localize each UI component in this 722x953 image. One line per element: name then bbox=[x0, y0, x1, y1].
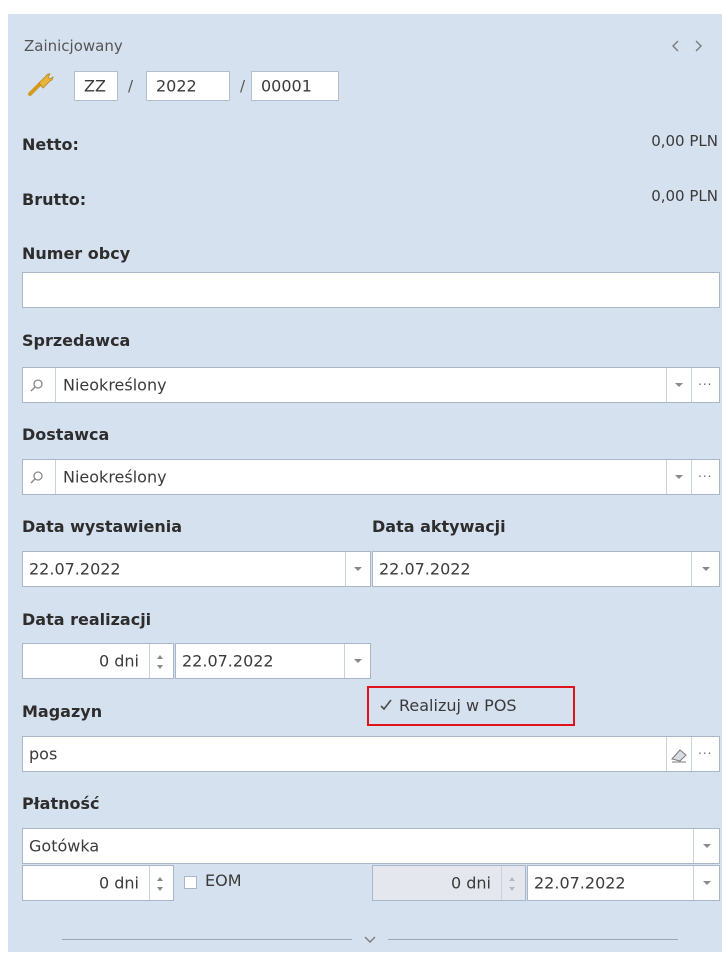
eom-label: EOM bbox=[205, 871, 242, 890]
dostawca-label: Dostawca bbox=[22, 425, 110, 444]
chevron-down-icon[interactable] bbox=[345, 644, 370, 678]
spin-arrows-icon bbox=[502, 866, 525, 900]
sprzedawca-label: Sprzedawca bbox=[22, 331, 131, 350]
dostawca-field[interactable]: Nieokreślony ··· bbox=[22, 459, 720, 495]
ellipsis-icon[interactable]: ··· bbox=[692, 737, 719, 771]
data-wystawienia-label: Data wystawienia bbox=[22, 517, 183, 536]
dostawca-value: Nieokreślony bbox=[63, 467, 167, 487]
data-aktywacji-label: Data aktywacji bbox=[372, 517, 506, 536]
data-realizacji-label: Data realizacji bbox=[22, 610, 152, 629]
magazyn-field[interactable]: pos ··· bbox=[22, 736, 720, 772]
chevron-down-icon[interactable] bbox=[667, 460, 691, 494]
spin-arrows-icon[interactable] bbox=[150, 644, 173, 678]
search-icon[interactable] bbox=[29, 378, 45, 394]
chevron-down-icon[interactable] bbox=[694, 829, 719, 863]
ellipsis-icon[interactable]: ··· bbox=[692, 368, 719, 402]
sprzedawca-field[interactable]: Nieokreślony ··· bbox=[22, 367, 720, 403]
platnosc-due-date-picker[interactable]: 22.07.2022 bbox=[527, 865, 720, 901]
brutto-value: 0,00 PLN bbox=[651, 187, 718, 205]
data-realizacji-days-stepper[interactable]: 0 dni bbox=[22, 643, 174, 679]
chevron-down-icon[interactable] bbox=[667, 368, 691, 402]
netto-value: 0,00 PLN bbox=[651, 132, 718, 150]
chevron-down-icon[interactable] bbox=[346, 552, 370, 586]
number-segment-series[interactable]: ZZ bbox=[74, 71, 118, 101]
spin-arrows-icon[interactable] bbox=[150, 866, 173, 900]
chevron-down-icon[interactable] bbox=[692, 552, 719, 586]
magazyn-label: Magazyn bbox=[22, 702, 103, 721]
document-status: Zainicjowany bbox=[24, 37, 123, 55]
data-wystawienia-picker[interactable]: 22.07.2022 bbox=[22, 551, 371, 587]
search-icon[interactable] bbox=[29, 470, 45, 486]
platnosc-days-stepper[interactable]: 0 dni bbox=[22, 865, 174, 901]
realizuj-pos-highlight: Realizuj w POS bbox=[367, 686, 575, 726]
document-header-panel: Zainicjowany ZZ / 2022 / 00001 Netto: 0,… bbox=[8, 14, 722, 952]
wrench-icon[interactable] bbox=[26, 70, 54, 98]
sprzedawca-value: Nieokreślony bbox=[63, 375, 167, 395]
expander-line-left bbox=[62, 939, 352, 940]
data-aktywacji-picker[interactable]: 22.07.2022 bbox=[372, 551, 720, 587]
chevron-left-icon[interactable] bbox=[668, 36, 682, 56]
chevron-down-icon[interactable] bbox=[694, 866, 719, 900]
platnosc-label: Płatność bbox=[22, 794, 100, 813]
number-segment-year[interactable]: 2022 bbox=[146, 71, 230, 101]
brutto-label: Brutto: bbox=[22, 190, 87, 209]
numer-obcy-label: Numer obcy bbox=[22, 244, 131, 263]
platnosc-due-days-stepper: 0 dni bbox=[372, 865, 526, 901]
expander-line-right bbox=[388, 939, 678, 940]
netto-label: Netto: bbox=[22, 135, 79, 154]
data-realizacji-date-picker[interactable]: 22.07.2022 bbox=[175, 643, 371, 679]
number-separator: / bbox=[240, 77, 246, 95]
platnosc-method-select[interactable]: Gotówka bbox=[22, 828, 720, 864]
realizuj-pos-label[interactable]: Realizuj w POS bbox=[399, 696, 517, 715]
ellipsis-icon[interactable]: ··· bbox=[692, 460, 719, 494]
expand-chevron-icon[interactable] bbox=[360, 929, 380, 949]
chevron-right-icon[interactable] bbox=[692, 36, 706, 56]
eom-checkbox[interactable] bbox=[184, 876, 197, 889]
eraser-icon[interactable] bbox=[669, 745, 689, 765]
checkbox-checked-icon[interactable] bbox=[379, 697, 393, 713]
numer-obcy-input[interactable] bbox=[22, 272, 720, 308]
number-segment-counter[interactable]: 00001 bbox=[251, 71, 339, 101]
number-separator: / bbox=[128, 77, 134, 95]
